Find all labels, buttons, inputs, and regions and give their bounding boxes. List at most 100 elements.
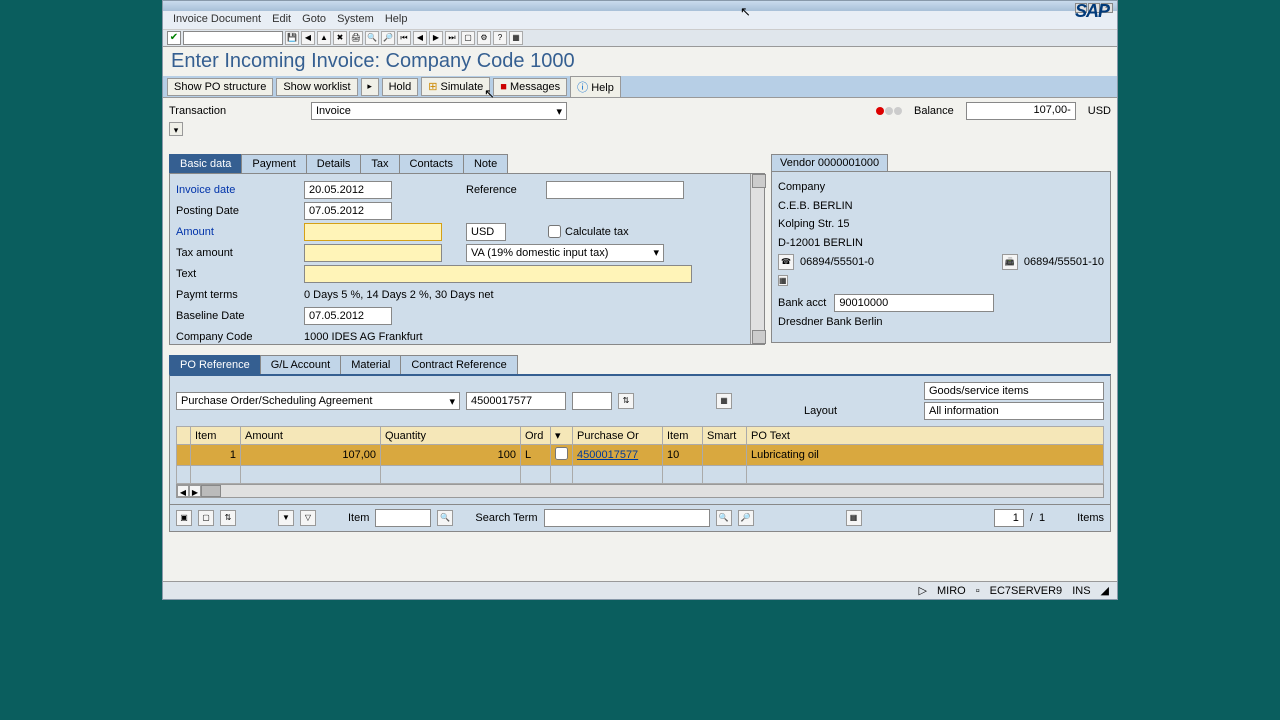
tab-details[interactable]: Details xyxy=(306,154,362,173)
scroll-right-icon[interactable]: ▶ xyxy=(189,485,201,497)
new-session-icon[interactable]: ▢ xyxy=(461,31,475,45)
hold-button[interactable]: Hold xyxy=(382,78,419,96)
shortcut-icon[interactable]: ⚙ xyxy=(477,31,491,45)
footer-bar: ▣ ▢ ⇅ ▼ ▽ Item 🔍 Search Term 🔍 🔎 ▦ / xyxy=(169,505,1111,532)
col-ord[interactable]: Ord xyxy=(521,427,551,445)
col-po-item[interactable]: Item xyxy=(663,427,703,445)
calculate-tax-checkbox[interactable] xyxy=(548,225,561,238)
messages-button[interactable]: ■ Messages xyxy=(493,78,567,96)
toggle-icon[interactable]: ▸ xyxy=(361,78,379,96)
reference-field[interactable] xyxy=(546,181,684,199)
page-current[interactable] xyxy=(994,509,1024,527)
posting-date-field[interactable] xyxy=(304,202,392,220)
po-link[interactable]: 4500017577 xyxy=(577,449,638,461)
amount-field[interactable] xyxy=(304,223,442,241)
po-reference-panel: Purchase Order/Scheduling Agreement▾ ⇅ ▦… xyxy=(169,374,1111,505)
exit-icon[interactable]: ▲ xyxy=(317,31,331,45)
traffic-light-icon xyxy=(876,107,902,115)
status-ins: INS xyxy=(1072,585,1090,597)
search-icon[interactable]: 🔍 xyxy=(716,510,732,526)
command-field[interactable] xyxy=(183,31,283,45)
sort-icon[interactable]: ⇅ xyxy=(220,510,236,526)
fax-icon[interactable]: 📠 xyxy=(1002,254,1018,270)
currency-field[interactable] xyxy=(466,223,506,241)
col-item[interactable]: Item xyxy=(191,427,241,445)
next-page-icon[interactable]: ▶ xyxy=(429,31,443,45)
save-icon[interactable]: 💾 xyxy=(285,31,299,45)
first-page-icon[interactable]: ⏮ xyxy=(397,31,411,45)
toggle-header-icon[interactable]: ▾ xyxy=(169,122,183,136)
menu-edit[interactable]: Edit xyxy=(272,13,291,25)
layout-field[interactable] xyxy=(924,402,1104,420)
enter-icon[interactable]: ✔ xyxy=(167,31,181,45)
find-next-icon[interactable]: 🔎 xyxy=(381,31,395,45)
tax-code-dropdown[interactable]: VA (19% domestic input tax)▾ xyxy=(466,244,664,262)
scrollbar[interactable] xyxy=(750,174,764,344)
cancel-icon[interactable]: ✖ xyxy=(333,31,347,45)
scroll-thumb[interactable] xyxy=(201,485,221,497)
text-field[interactable] xyxy=(304,265,692,283)
goods-service-field[interactable] xyxy=(924,382,1104,400)
transaction-dropdown[interactable]: Invoice▾ xyxy=(311,102,567,120)
paymt-terms-value: 0 Days 5 %, 14 Days 2 %, 30 Days net xyxy=(304,289,494,301)
baseline-date-field[interactable] xyxy=(304,307,392,325)
row-checkbox[interactable] xyxy=(555,447,568,460)
find-icon[interactable]: 🔍 xyxy=(365,31,379,45)
item-field[interactable] xyxy=(375,509,431,527)
col-po-text[interactable]: PO Text xyxy=(747,427,1104,445)
po-search-icon[interactable]: ⇅ xyxy=(618,393,634,409)
show-po-structure-button[interactable]: Show PO structure xyxy=(167,78,273,96)
tab-gl-account[interactable]: G/L Account xyxy=(260,355,342,374)
titlebar[interactable]: _ ▫ × xyxy=(163,1,1117,11)
col-flag[interactable]: ▾ xyxy=(551,427,573,445)
tab-po-reference[interactable]: PO Reference xyxy=(169,355,261,374)
menu-goto[interactable]: Goto xyxy=(302,13,326,25)
select-all-icon[interactable]: ▣ xyxy=(176,510,192,526)
invoice-date-field[interactable] xyxy=(304,181,392,199)
item-search-icon[interactable]: 🔍 xyxy=(437,510,453,526)
show-worklist-button[interactable]: Show worklist xyxy=(276,78,357,96)
help-icon[interactable]: ? xyxy=(493,31,507,45)
layout-icon[interactable]: ▦ xyxy=(509,31,523,45)
config-icon[interactable]: ▦ xyxy=(846,510,862,526)
last-page-icon[interactable]: ⏭ xyxy=(445,31,459,45)
po-number-field[interactable] xyxy=(466,392,566,410)
help-button[interactable]: ⓘ Help xyxy=(570,76,621,98)
po-category-dropdown[interactable]: Purchase Order/Scheduling Agreement▾ xyxy=(176,392,460,410)
tax-amount-field[interactable] xyxy=(304,244,442,262)
po-item-field[interactable] xyxy=(572,392,612,410)
tab-contract-reference[interactable]: Contract Reference xyxy=(400,355,517,374)
detail-icon[interactable]: ▦ xyxy=(778,275,788,286)
reference-label: Reference xyxy=(466,184,546,196)
menu-invoice-document[interactable]: Invoice Document xyxy=(173,13,261,25)
search-next-icon[interactable]: 🔎 xyxy=(738,510,754,526)
phone-icon[interactable]: ☎ xyxy=(778,254,794,270)
tab-basic-data[interactable]: Basic data xyxy=(169,154,242,173)
filter-icon[interactable]: ▼ xyxy=(278,510,294,526)
vendor-panel: Company C.E.B. BERLIN Kolping Str. 15 D-… xyxy=(771,171,1111,343)
prev-page-icon[interactable]: ◀ xyxy=(413,31,427,45)
menu-system[interactable]: System xyxy=(337,13,374,25)
back-icon[interactable]: ◀ xyxy=(301,31,315,45)
col-quantity[interactable]: Quantity xyxy=(381,427,521,445)
sap-logo: SAP xyxy=(1075,1,1109,22)
col-amount[interactable]: Amount xyxy=(241,427,381,445)
tab-material[interactable]: Material xyxy=(340,355,401,374)
col-po[interactable]: Purchase Or xyxy=(573,427,663,445)
table-row[interactable]: 1 107,00 100 L 4500017577 10 Lubricating… xyxy=(177,445,1104,466)
simulate-button[interactable]: ⊞ Simulate xyxy=(421,77,490,96)
bank-acct-field[interactable] xyxy=(834,294,994,312)
deselect-icon[interactable]: ▢ xyxy=(198,510,214,526)
tab-payment[interactable]: Payment xyxy=(241,154,306,173)
search-term-field[interactable] xyxy=(544,509,710,527)
menu-help[interactable]: Help xyxy=(385,13,408,25)
filter2-icon[interactable]: ▽ xyxy=(300,510,316,526)
tab-note[interactable]: Note xyxy=(463,154,508,173)
po-assign-icon[interactable]: ▦ xyxy=(716,393,732,409)
tab-tax[interactable]: Tax xyxy=(360,154,399,173)
scroll-left-icon[interactable]: ◀ xyxy=(177,485,189,497)
col-smart[interactable]: Smart xyxy=(703,427,747,445)
print-icon[interactable]: 🖨 xyxy=(349,31,363,45)
table-row[interactable] xyxy=(177,466,1104,484)
tab-contacts[interactable]: Contacts xyxy=(399,154,464,173)
